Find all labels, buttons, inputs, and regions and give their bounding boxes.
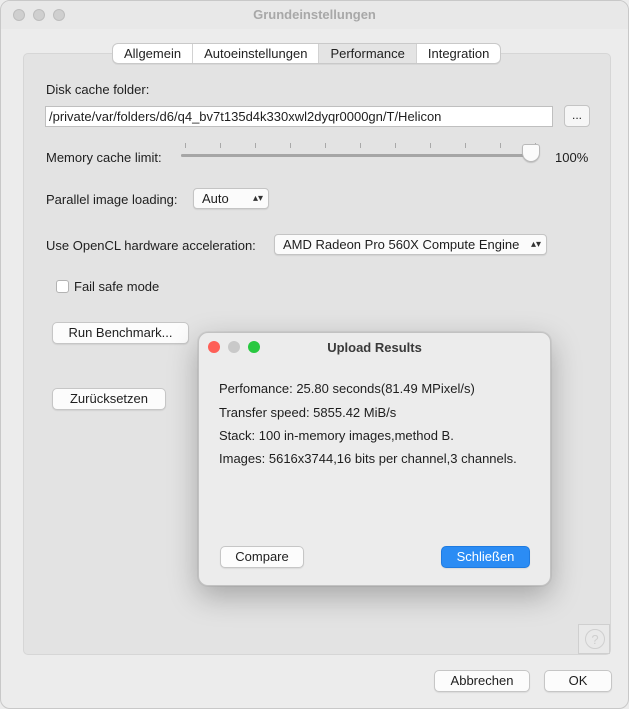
help-button[interactable]: ? bbox=[578, 624, 610, 654]
slider-tick bbox=[185, 143, 186, 148]
cancel-button[interactable]: Abbrechen bbox=[434, 670, 530, 692]
slider-tick bbox=[360, 143, 361, 148]
slider-tick bbox=[325, 143, 326, 148]
result-transfer-speed: Transfer speed: 5855.42 MiB/s bbox=[219, 405, 397, 420]
fail-safe-checkbox[interactable] bbox=[56, 280, 69, 293]
opencl-device-popup[interactable]: AMD Radeon Pro 560X Compute Engine ▴▾ bbox=[274, 234, 547, 255]
memory-cache-value: 100% bbox=[555, 150, 589, 165]
result-images: Images: 5616x3744,16 bits per channel,3 … bbox=[219, 451, 517, 466]
upload-results-dialog: Upload Results Perfomance: 25.80 seconds… bbox=[198, 332, 551, 586]
close-dialog-button[interactable]: Schließen bbox=[441, 546, 530, 568]
parallel-loading-label: Parallel image loading: bbox=[46, 192, 178, 207]
browse-folder-button[interactable]: ... bbox=[564, 105, 590, 127]
tab-performance[interactable]: Performance bbox=[319, 44, 417, 63]
question-mark-icon: ? bbox=[585, 629, 605, 649]
memory-cache-label: Memory cache limit: bbox=[46, 150, 162, 165]
parallel-loading-value: Auto bbox=[202, 191, 229, 206]
slider-tick bbox=[395, 143, 396, 148]
result-performance: Perfomance: 25.80 seconds(81.49 MPixel/s… bbox=[219, 381, 475, 396]
slider-tick bbox=[430, 143, 431, 148]
popup-arrows-icon: ▴▾ bbox=[252, 193, 263, 204]
slider-tick bbox=[255, 143, 256, 148]
fail-safe-label: Fail safe mode bbox=[74, 279, 160, 294]
memory-cache-slider-track[interactable] bbox=[181, 154, 539, 157]
tab-autoeinstellungen[interactable]: Autoeinstellungen bbox=[193, 44, 320, 63]
parallel-loading-popup[interactable]: Auto ▴▾ bbox=[193, 188, 269, 209]
popup-arrows-icon: ▴▾ bbox=[530, 239, 541, 250]
ok-button[interactable]: OK bbox=[544, 670, 612, 692]
reset-button[interactable]: Zurücksetzen bbox=[52, 388, 166, 410]
title-bar: Grundeinstellungen bbox=[1, 1, 628, 29]
slider-tick bbox=[465, 143, 466, 148]
slider-tick bbox=[500, 143, 501, 148]
tab-integration[interactable]: Integration bbox=[417, 44, 500, 63]
tab-allgemein[interactable]: Allgemein bbox=[113, 44, 194, 63]
slider-tick bbox=[220, 143, 221, 148]
memory-cache-slider-fill bbox=[181, 154, 539, 157]
window-title: Grundeinstellungen bbox=[253, 7, 376, 22]
result-stack: Stack: 100 in-memory images,method B. bbox=[219, 428, 454, 443]
dialog-title-bar: Upload Results bbox=[199, 333, 550, 361]
run-benchmark-button[interactable]: Run Benchmark... bbox=[52, 322, 189, 344]
compare-button[interactable]: Compare bbox=[220, 546, 304, 568]
slider-tick bbox=[290, 143, 291, 148]
opencl-label: Use OpenCL hardware acceleration: bbox=[46, 238, 256, 253]
preferences-window: Grundeinstellungen Allgemein Autoeinstel… bbox=[0, 0, 629, 709]
memory-cache-slider-thumb[interactable] bbox=[522, 144, 540, 162]
disk-cache-label: Disk cache folder: bbox=[46, 82, 150, 97]
tab-bar: Allgemein Autoeinstellungen Performance … bbox=[112, 43, 502, 64]
opencl-device-value: AMD Radeon Pro 560X Compute Engine bbox=[283, 237, 520, 252]
disk-cache-path-field[interactable]: /private/var/folders/d6/q4_bv7t135d4k330… bbox=[45, 106, 553, 127]
dialog-title: Upload Results bbox=[327, 340, 422, 355]
